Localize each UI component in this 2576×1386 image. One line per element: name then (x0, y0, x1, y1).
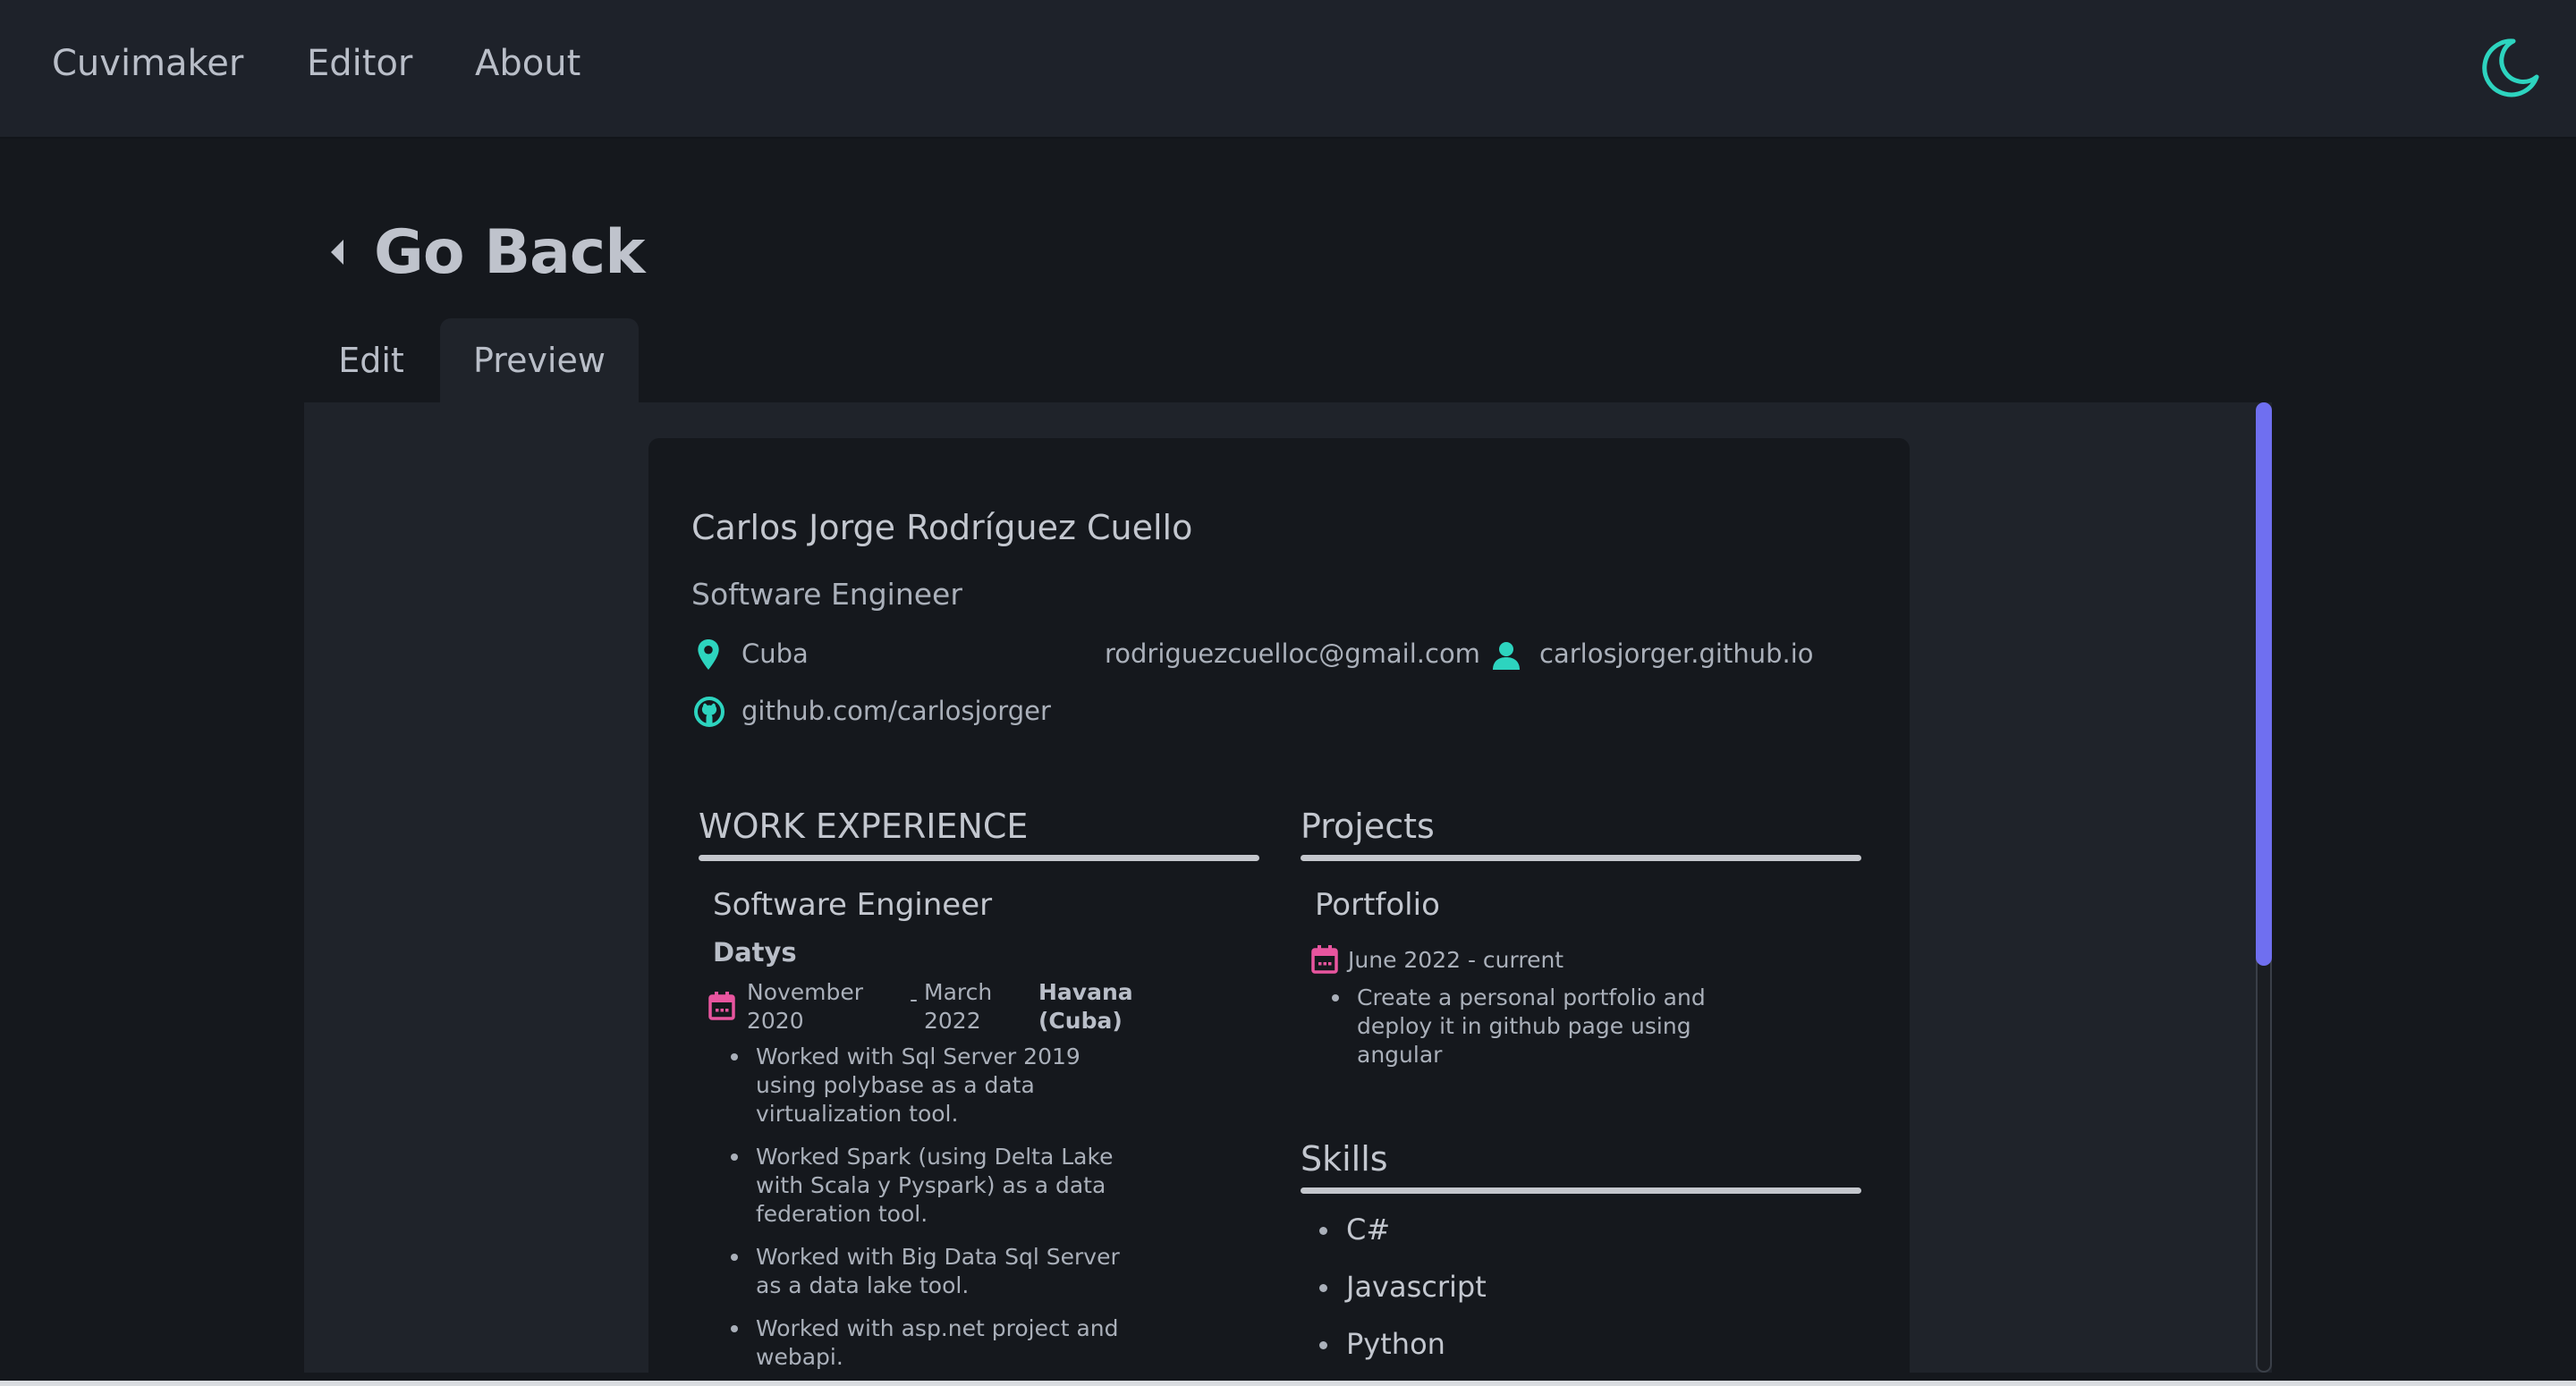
project-bullet: Create a personal portfolio and deploy i… (1330, 984, 1777, 1069)
job-date-separator: - (910, 986, 919, 1012)
job-bullet: Worked with asp.net project and webapi. (729, 1314, 1140, 1372)
skill-item: C# (1319, 1213, 1390, 1247)
job-bullet: Worked with Sql Server 2019 using polyba… (729, 1043, 1140, 1128)
job-company: Datys (713, 937, 797, 968)
project-bullets: Create a personal portfolio and deploy i… (1330, 984, 1777, 1069)
skills-heading: Skills (1301, 1139, 1388, 1179)
resume-github[interactable]: github.com/carlosjorger (741, 696, 1051, 726)
work-experience-heading: WORK EXPERIENCE (699, 807, 1029, 846)
top-navbar: Cuvimaker Editor About (0, 0, 2576, 139)
calendar-icon (1311, 945, 1338, 974)
resume-email[interactable]: rodriguezcuelloc@gmail.com (1105, 638, 1480, 669)
user-icon (1493, 642, 1520, 670)
project-dates: June 2022 - current (1348, 947, 1564, 973)
resume-location: Cuba (741, 638, 809, 669)
job-location: Havana (Cuba) (1038, 979, 1133, 1034)
chevron-left-icon (331, 240, 343, 265)
job-end-date: March 2022 (924, 979, 993, 1034)
skill-item: Javascript (1319, 1270, 1487, 1304)
nav-brand-link[interactable]: Cuvimaker (52, 43, 243, 84)
job-bullet: Worked with Big Data Sql Server as a dat… (729, 1243, 1140, 1300)
projects-heading: Projects (1301, 807, 1435, 846)
resume-name: Carlos Jorge Rodríguez Cuello (691, 508, 1193, 547)
work-heading-rule (699, 855, 1259, 861)
calendar-icon (708, 992, 735, 1020)
github-icon (694, 697, 724, 727)
job-title: Software Engineer (713, 887, 993, 923)
skills-heading-rule (1301, 1187, 1861, 1194)
location-pin-icon (698, 639, 719, 670)
projects-heading-rule (1301, 855, 1861, 861)
go-back-button[interactable]: Go Back (324, 215, 645, 290)
job-bullet: Worked Spark (using Delta Lake with Scal… (729, 1143, 1140, 1229)
job-bullets: Worked with Sql Server 2019 using polyba… (729, 1043, 1140, 1372)
resume-page: Carlos Jorge Rodríguez Cuello Software E… (648, 438, 1910, 1386)
skill-item: Python (1319, 1327, 1445, 1361)
resume-website[interactable]: carlosjorger.github.io (1539, 638, 1814, 669)
window-bottom-edge (0, 1381, 2576, 1386)
nav-editor-link[interactable]: Editor (307, 43, 412, 84)
go-back-label: Go Back (374, 216, 645, 288)
scrollbar-thumb[interactable] (2256, 402, 2272, 966)
resume-title: Software Engineer (691, 577, 962, 612)
job-start-date: November 2020 (747, 979, 864, 1034)
moon-icon[interactable] (2478, 36, 2542, 100)
tab-edit[interactable]: Edit (322, 318, 420, 402)
tab-preview[interactable]: Preview (440, 318, 639, 402)
nav-about-link[interactable]: About (475, 43, 580, 84)
project-name: Portfolio (1315, 887, 1440, 923)
